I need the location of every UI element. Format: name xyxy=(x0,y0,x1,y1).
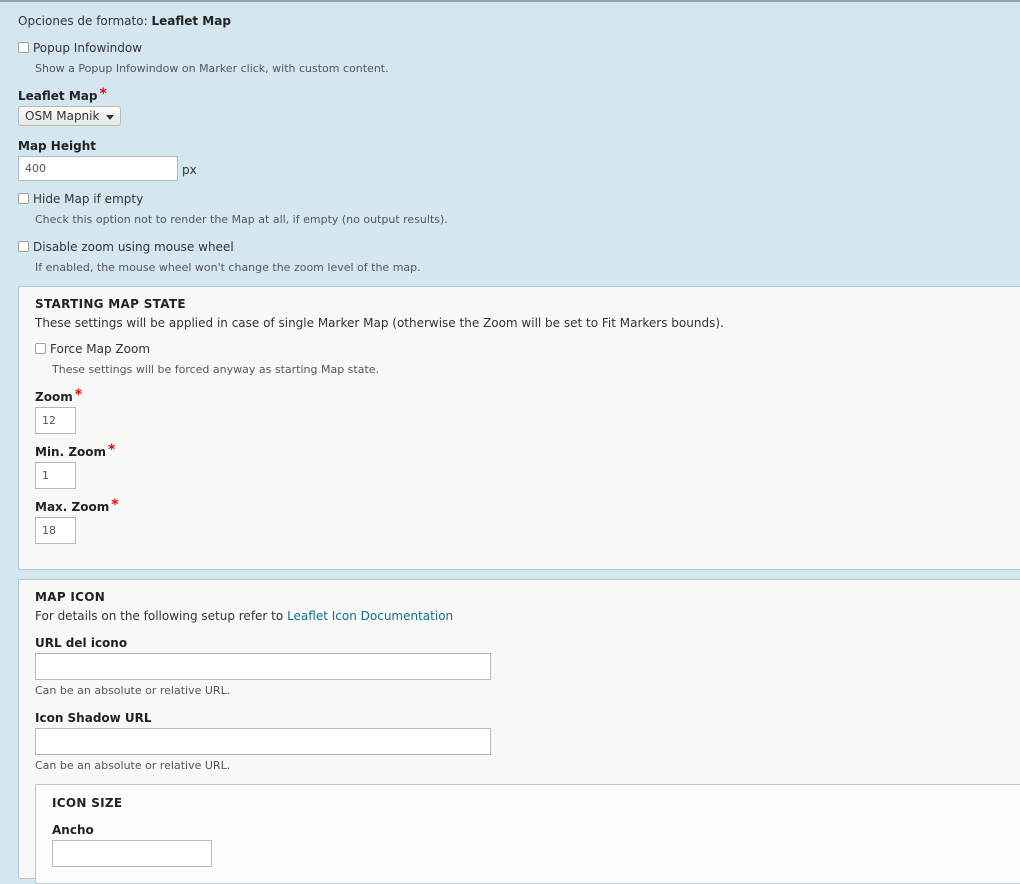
icon-size-panel xyxy=(35,784,1020,884)
max-zoom-input[interactable] xyxy=(35,517,76,544)
format-options-title: Opciones de formato: Leaflet Map xyxy=(18,14,231,28)
format-name: Leaflet Map xyxy=(151,14,231,28)
max-zoom-label: Max. Zoom * xyxy=(35,497,119,515)
top-border xyxy=(0,0,1020,2)
chevron-down-icon xyxy=(106,115,114,120)
required-marker: * xyxy=(99,86,107,102)
force-map-zoom-label: Force Map Zoom xyxy=(50,342,151,356)
map-height-unit: px xyxy=(182,163,197,177)
icon-width-label: Ancho xyxy=(52,823,94,837)
icon-url-label: URL del icono xyxy=(35,636,128,650)
force-map-zoom-description: These settings will be forced anyway as … xyxy=(52,363,380,376)
icon-url-description: Can be an absolute or relative URL. xyxy=(35,684,231,697)
leaflet-icon-documentation-link[interactable]: Leaflet Icon Documentation xyxy=(287,609,453,623)
leaflet-map-select[interactable]: OSM Mapnik xyxy=(18,106,121,126)
popup-infowindow-description: Show a Popup Infowindow on Marker click,… xyxy=(35,62,389,75)
min-zoom-label: Min. Zoom * xyxy=(35,442,116,460)
popup-infowindow-checkbox[interactable] xyxy=(18,42,29,53)
zoom-label-text: Zoom xyxy=(35,390,73,404)
icon-size-title: ICON SIZE xyxy=(52,796,123,810)
required-marker: * xyxy=(111,497,119,513)
format-options-prefix: Opciones de formato: xyxy=(18,14,148,28)
disable-zoom-checkbox[interactable] xyxy=(18,241,29,252)
hide-map-empty-description: Check this option not to render the Map … xyxy=(35,213,448,226)
starting-map-state-description: These settings will be applied in case o… xyxy=(35,316,724,330)
map-icon-description: For details on the following setup refer… xyxy=(35,609,453,623)
popup-infowindow-label: Popup Infowindow xyxy=(33,41,143,55)
required-marker: * xyxy=(74,387,83,403)
map-height-label: Map Height xyxy=(18,139,96,153)
min-zoom-label-text: Min. Zoom xyxy=(35,445,107,459)
icon-shadow-url-description: Can be an absolute or relative URL. xyxy=(35,759,231,772)
icon-shadow-url-input[interactable] xyxy=(35,728,491,755)
leaflet-map-selected-value: OSM Mapnik xyxy=(25,109,100,123)
required-marker: * xyxy=(108,442,116,458)
map-icon-description-text: For details on the following setup refer… xyxy=(35,609,284,623)
disable-zoom-description: If enabled, the mouse wheel won't change… xyxy=(35,261,421,274)
hide-map-empty-checkbox[interactable] xyxy=(18,193,29,204)
disable-zoom-label: Disable zoom using mouse wheel xyxy=(33,240,234,254)
hide-map-empty-label: Hide Map if empty xyxy=(33,192,144,206)
leaflet-map-label-text: Leaflet Map xyxy=(18,89,98,103)
map-height-input[interactable] xyxy=(18,156,178,181)
force-map-zoom-checkbox[interactable] xyxy=(35,343,46,354)
icon-width-input[interactable] xyxy=(52,840,212,867)
max-zoom-label-text: Max. Zoom xyxy=(35,500,110,514)
zoom-label: Zoom * xyxy=(35,387,83,405)
leaflet-map-label: Leaflet Map * xyxy=(18,86,107,104)
icon-url-input[interactable] xyxy=(35,653,491,680)
min-zoom-input[interactable] xyxy=(35,462,76,489)
starting-map-state-title: STARTING MAP STATE xyxy=(35,297,186,311)
icon-shadow-url-label: Icon Shadow URL xyxy=(35,711,152,725)
map-icon-title: MAP ICON xyxy=(35,590,106,604)
zoom-input[interactable] xyxy=(35,407,76,434)
